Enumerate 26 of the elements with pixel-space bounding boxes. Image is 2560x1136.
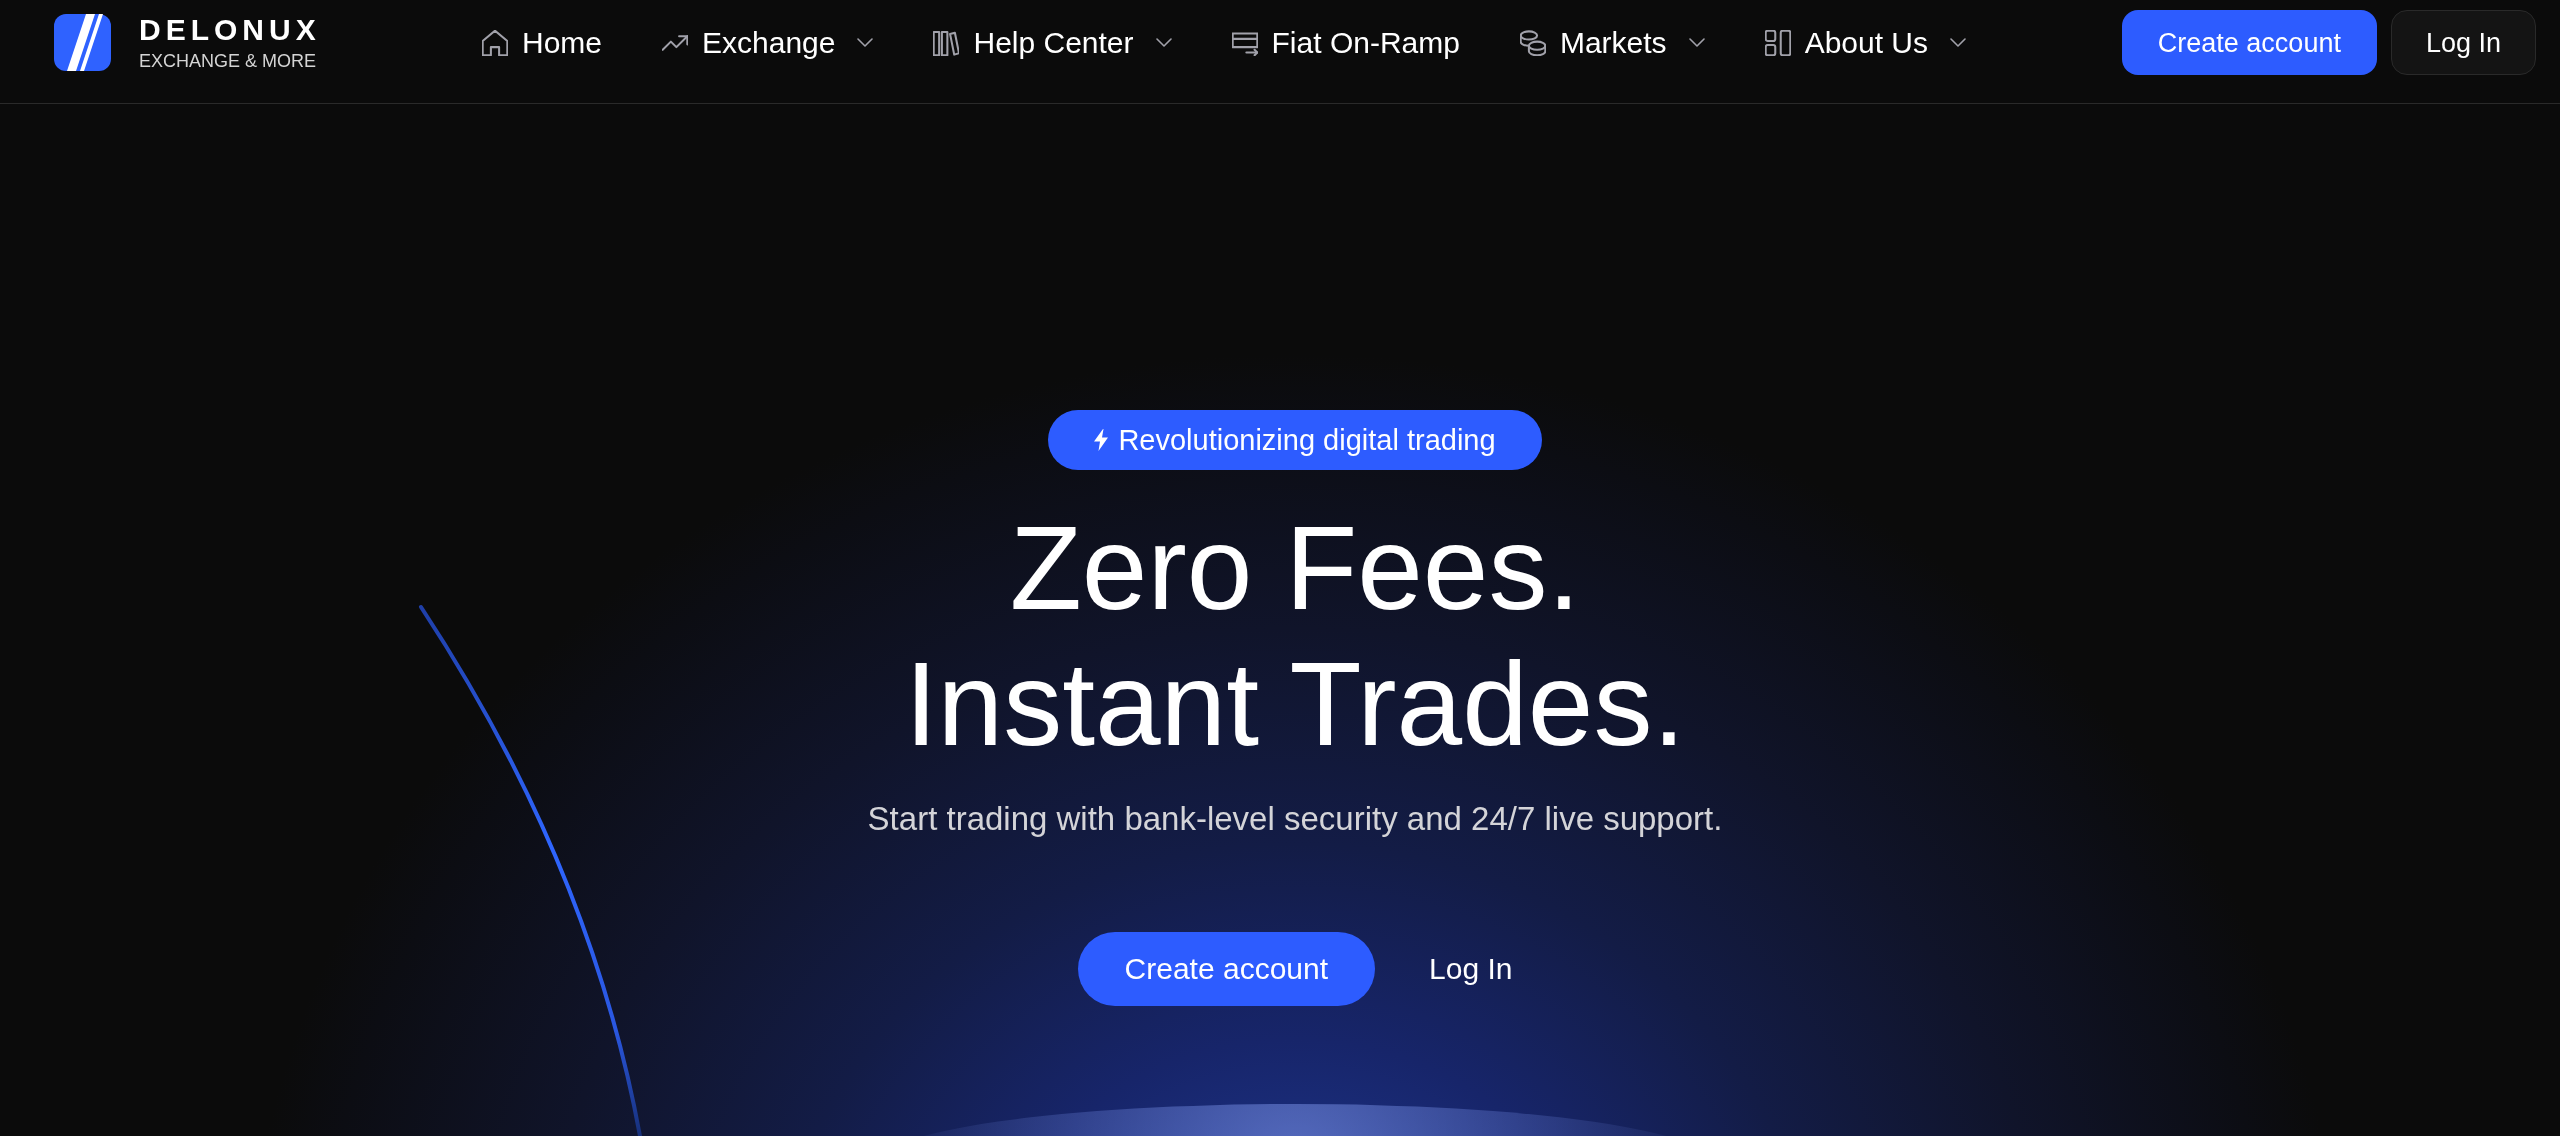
hero-subtitle: Start trading with bank-level security and 24/7 live support. <box>867 799 1723 839</box>
chevron-down-icon <box>1688 38 1705 47</box>
log-in-button[interactable]: Log In <box>2390 10 2536 75</box>
chevron-down-icon <box>1155 38 1172 47</box>
nav-link[interactable]: Fiat On-Ramp <box>1231 24 1460 61</box>
grid-icon <box>1764 29 1791 56</box>
hero-headline: Zero Fees. Instant Trades. <box>904 501 1686 772</box>
books-icon <box>933 29 960 56</box>
nav-link[interactable]: Markets <box>1519 24 1705 61</box>
nav-link[interactable]: Help Center <box>933 24 1172 61</box>
create-account-button[interactable]: Create account <box>2121 10 2377 75</box>
coins-icon <box>1519 29 1546 56</box>
home-icon <box>482 29 508 56</box>
logo-icon[interactable] <box>54 14 111 71</box>
nav-link[interactable]: Home <box>482 24 603 61</box>
lightning-bolt-icon <box>1094 429 1109 451</box>
nav-link[interactable]: About Us <box>1764 24 1967 61</box>
chevron-down-icon <box>857 38 874 47</box>
badge-text: Revolutionizing digital trading <box>1118 423 1496 457</box>
brand-name: DELONUX <box>139 14 321 45</box>
nav-link[interactable]: Exchange <box>662 24 874 61</box>
create-account-button[interactable]: Create account <box>1077 932 1375 1006</box>
log-in-link[interactable]: Log In <box>1429 932 1513 1006</box>
brand-tagline: EXCHANGE & MORE <box>139 50 318 71</box>
card-arrow-icon <box>1231 29 1258 56</box>
chevron-down-icon <box>1950 38 1967 47</box>
